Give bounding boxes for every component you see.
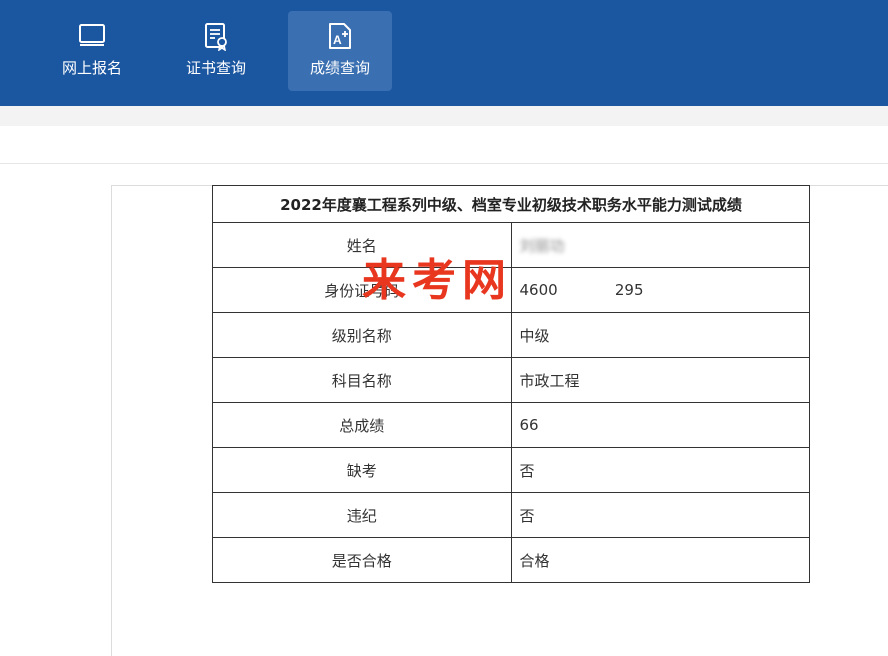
- table-row: 姓名 刘丽功: [212, 222, 810, 268]
- certificate-icon: [205, 23, 227, 51]
- field-value-name: 刘丽功: [510, 222, 810, 268]
- table-row: 科目名称 市政工程: [212, 357, 810, 403]
- divider: [0, 163, 888, 164]
- svg-text:A: A: [333, 33, 342, 47]
- field-label: 违纪: [212, 492, 512, 538]
- field-value: 否: [510, 492, 810, 538]
- table-row: 缺考 否: [212, 447, 810, 493]
- field-label: 级别名称: [212, 312, 512, 358]
- field-label: 身份证号码: [212, 267, 512, 313]
- monitor-icon: [79, 24, 105, 46]
- field-label: 缺考: [212, 447, 512, 493]
- score-document-icon: A: [329, 23, 351, 49]
- top-navigation-bar: 网上报名 证书查询 A 成绩查询: [0, 0, 888, 106]
- field-label: 是否合格: [212, 537, 512, 583]
- table-row: 是否合格 合格: [212, 537, 810, 583]
- score-result-table: 2022年度襄工程系列中级、档室专业初级技术职务水平能力测试成绩 姓名 刘丽功 …: [212, 185, 810, 583]
- field-value: 合格: [510, 537, 810, 583]
- field-value: 66: [510, 402, 810, 448]
- nav-label: 网上报名: [61, 59, 122, 77]
- field-value-id-number: 4600 295: [510, 267, 810, 313]
- field-value: 市政工程: [510, 357, 810, 403]
- table-row: 总成绩 66: [212, 402, 810, 448]
- nav-online-registration[interactable]: 网上报名: [40, 11, 144, 91]
- field-label: 姓名: [212, 222, 512, 268]
- sub-header-bar: [0, 106, 888, 126]
- nav-label: 证书查询: [185, 59, 246, 77]
- nav-certificate-query[interactable]: 证书查询: [164, 11, 268, 91]
- result-title: 2022年度襄工程系列中级、档室专业初级技术职务水平能力测试成绩: [212, 185, 810, 223]
- field-label: 科目名称: [212, 357, 512, 403]
- table-row: 违纪 否: [212, 492, 810, 538]
- blurred-name: 刘丽功: [519, 236, 565, 255]
- table-row: 级别名称 中级: [212, 312, 810, 358]
- field-label: 总成绩: [212, 402, 512, 448]
- field-value: 否: [510, 447, 810, 493]
- table-title-row: 2022年度襄工程系列中级、档室专业初级技术职务水平能力测试成绩: [212, 185, 810, 223]
- nav-label: 成绩查询: [309, 59, 370, 77]
- field-value: 中级: [510, 312, 810, 358]
- table-row: 身份证号码 4600 295: [212, 267, 810, 313]
- nav-score-query[interactable]: A 成绩查询: [288, 11, 392, 91]
